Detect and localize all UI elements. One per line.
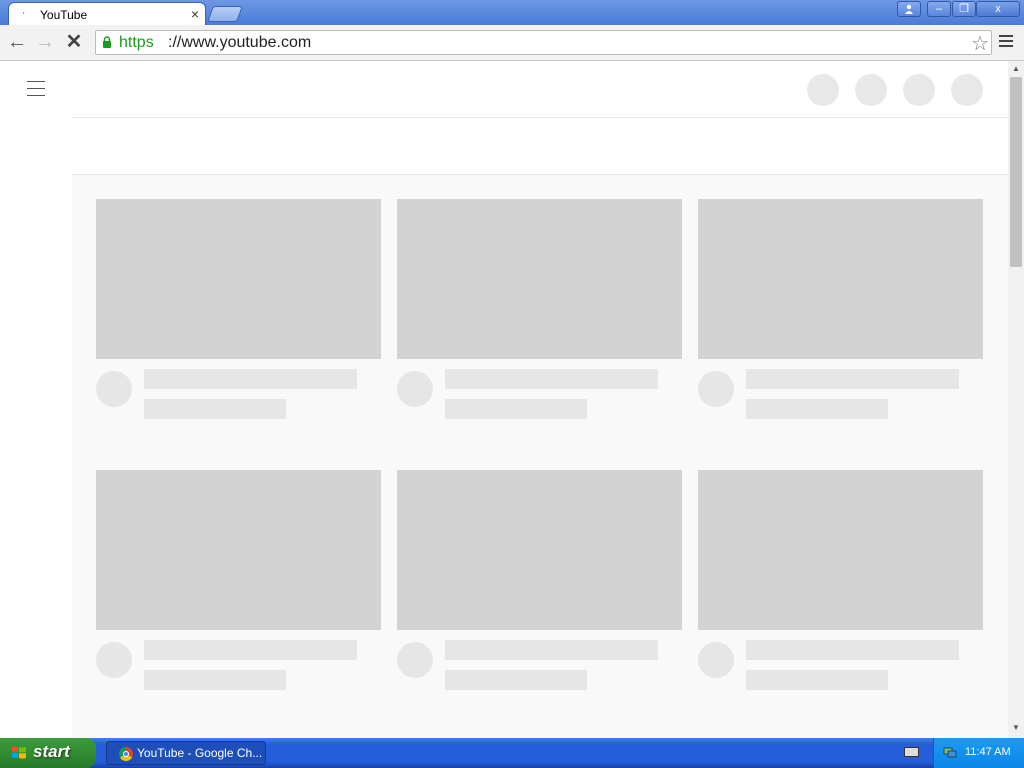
avatar-placeholder — [397, 371, 433, 407]
meta-placeholder — [746, 399, 888, 419]
title-placeholder — [445, 369, 658, 389]
title-placeholder — [445, 640, 658, 660]
clock[interactable]: 11:47 AM — [965, 746, 1011, 758]
title-placeholder — [144, 369, 357, 389]
close-window-button[interactable]: x — [976, 1, 1020, 17]
scroll-thumb[interactable] — [1010, 77, 1022, 267]
page-viewport — [0, 61, 1008, 738]
masthead-skeleton — [72, 61, 1008, 118]
start-label: start — [33, 742, 70, 761]
avatar-placeholder — [698, 642, 734, 678]
title-placeholder — [746, 640, 959, 660]
meta-placeholder — [144, 670, 286, 690]
thumbnail-placeholder — [397, 199, 682, 359]
thumbnail-placeholder — [96, 470, 381, 630]
keyboard-icon[interactable] — [904, 747, 919, 757]
avatar-placeholder — [96, 371, 132, 407]
lock-icon — [103, 36, 111, 48]
scroll-up-arrow-icon[interactable]: ▲ — [1012, 64, 1020, 73]
meta-placeholder — [144, 399, 286, 419]
avatar-placeholder — [397, 642, 433, 678]
meta-placeholder — [746, 670, 888, 690]
masthead-placeholder-circle — [855, 74, 887, 106]
stop-icon[interactable]: ✕ — [63, 31, 85, 53]
video-grid-skeleton — [72, 175, 1008, 738]
title-placeholder — [746, 369, 959, 389]
video-card-placeholder — [397, 199, 682, 429]
new-tab-button[interactable] — [207, 6, 243, 22]
back-arrow-icon[interactable]: ← — [6, 31, 28, 53]
vertical-scrollbar[interactable]: ▲ ▼ — [1008, 61, 1024, 738]
menu-icon[interactable] — [999, 35, 1013, 50]
title-bar: ᐧ YouTube × – ❐ x — [0, 0, 1024, 25]
minimize-button[interactable]: – — [927, 1, 951, 17]
profile-button[interactable] — [897, 1, 921, 17]
thumbnail-placeholder — [698, 199, 983, 359]
video-card-placeholder — [698, 199, 983, 429]
video-card-placeholder — [698, 470, 983, 700]
meta-placeholder — [445, 670, 587, 690]
avatar-placeholder — [96, 642, 132, 678]
network-icon[interactable] — [943, 746, 957, 758]
masthead-placeholder-circle — [951, 74, 983, 106]
thumbnail-placeholder — [96, 199, 381, 359]
taskbar: start YouTube - Google Ch... 11:47 AM — [0, 738, 1024, 768]
url-host: ://www.youtube.com — [168, 34, 312, 51]
title-placeholder — [144, 640, 357, 660]
restore-button[interactable]: ❐ — [952, 1, 976, 17]
hamburger-menu-icon[interactable] — [27, 81, 45, 102]
tab-close-icon[interactable]: × — [191, 6, 199, 22]
meta-placeholder — [445, 399, 587, 419]
avatar-placeholder — [698, 371, 734, 407]
tab-youtube[interactable]: ᐧ YouTube × — [8, 2, 206, 25]
start-button[interactable]: start — [0, 738, 96, 768]
taskbar-item-label: YouTube - Google Ch... — [137, 746, 263, 760]
forward-arrow-icon[interactable]: → — [34, 31, 56, 53]
masthead-placeholder-circle — [903, 74, 935, 106]
user-icon — [905, 4, 913, 14]
thumbnail-placeholder — [397, 470, 682, 630]
thumbnail-placeholder — [698, 470, 983, 630]
url-scheme: https — [119, 34, 154, 51]
address-bar[interactable]: https ://www.youtube.com ☆ — [95, 30, 992, 55]
taskbar-item-chrome[interactable]: YouTube - Google Ch... — [106, 741, 266, 765]
filter-bar-skeleton — [72, 118, 1008, 175]
system-tray: 11:47 AM — [933, 738, 1024, 768]
masthead-placeholder-circle — [807, 74, 839, 106]
star-icon[interactable]: ☆ — [971, 31, 989, 56]
scroll-down-arrow-icon[interactable]: ▼ — [1012, 723, 1020, 732]
video-card-placeholder — [397, 470, 682, 700]
windows-logo-icon — [12, 746, 26, 759]
tab-title: YouTube — [40, 8, 88, 22]
browser-toolbar: ← → ✕ https ://www.youtube.com ☆ — [0, 25, 1024, 61]
chrome-icon — [119, 747, 133, 761]
loading-favicon-icon: ᐧ — [22, 8, 25, 20]
video-card-placeholder — [96, 199, 381, 429]
video-card-placeholder — [96, 470, 381, 700]
